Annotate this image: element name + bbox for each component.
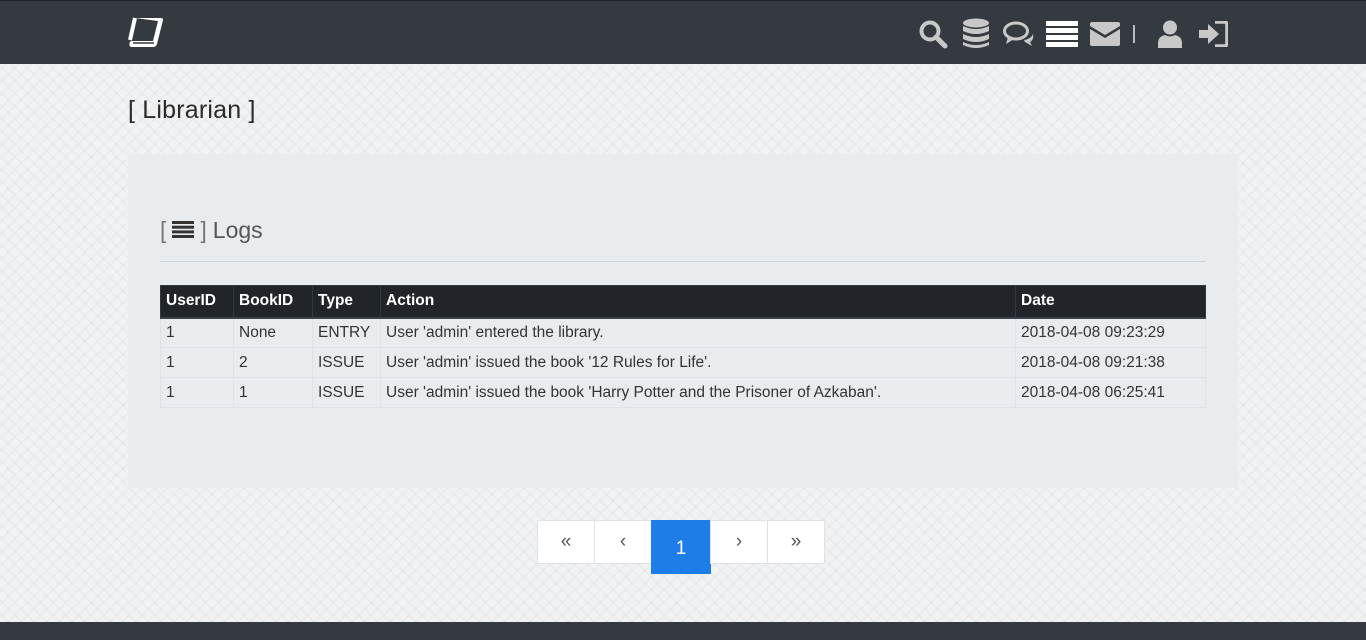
- cell-action: User 'admin' issued the book 'Harry Pott…: [380, 377, 1016, 408]
- next-page-button[interactable]: ›: [710, 520, 768, 564]
- table-header-row: UserID BookID Type Action Date: [160, 285, 1206, 319]
- table-row: 1 None ENTRY User 'admin' entered the li…: [160, 317, 1206, 348]
- cell-date: 2018-04-08 06:25:41: [1015, 377, 1206, 408]
- cell-type: ISSUE: [312, 377, 381, 408]
- heading-divider: [160, 261, 1206, 262]
- pagination: « ‹ 1 › »: [537, 520, 825, 574]
- comments-icon[interactable]: [1002, 18, 1036, 50]
- cell-bookid: None: [233, 317, 313, 348]
- current-page-button[interactable]: 1: [651, 520, 711, 574]
- column-header-action[interactable]: Action: [380, 285, 1016, 319]
- cell-userid: 1: [160, 347, 234, 378]
- envelope-icon[interactable]: [1088, 18, 1122, 50]
- column-header-userid[interactable]: UserID: [160, 285, 234, 319]
- table-row: 1 1 ISSUE User 'admin' issued the book '…: [160, 377, 1206, 408]
- nav-separator: [1133, 25, 1135, 43]
- open-bracket: [: [160, 217, 167, 243]
- logs-title: Logs: [212, 217, 263, 243]
- cell-userid: 1: [160, 377, 234, 408]
- table-row: 1 2 ISSUE User 'admin' issued the book '…: [160, 347, 1206, 378]
- last-page-button[interactable]: »: [767, 520, 825, 564]
- logs-panel: [ ] Logs UserID BookID Type Action Date: [128, 154, 1238, 488]
- first-page-button[interactable]: «: [537, 520, 595, 564]
- close-bracket: ]: [200, 217, 207, 243]
- cell-type: ISSUE: [312, 347, 381, 378]
- footer-bar: [0, 622, 1366, 640]
- cell-bookid: 2: [233, 347, 313, 378]
- cell-userid: 1: [160, 317, 234, 348]
- list-icon: [172, 217, 195, 244]
- book-logo-icon[interactable]: [127, 16, 165, 50]
- cell-date: 2018-04-08 09:21:38: [1015, 347, 1206, 378]
- column-header-date[interactable]: Date: [1015, 285, 1206, 319]
- nav-icon-bar: [916, 17, 1239, 51]
- cell-date: 2018-04-08 09:23:29: [1015, 317, 1206, 348]
- cell-action: User 'admin' issued the book '12 Rules f…: [380, 347, 1016, 378]
- previous-page-button[interactable]: ‹: [594, 520, 652, 564]
- logs-heading: [ ] Logs: [160, 217, 263, 244]
- column-header-type[interactable]: Type: [312, 285, 381, 319]
- column-header-bookid[interactable]: BookID: [233, 285, 313, 319]
- logs-table: UserID BookID Type Action Date 1 None EN…: [160, 285, 1206, 408]
- sign-in-icon[interactable]: [1196, 18, 1230, 50]
- cell-action: User 'admin' entered the library.: [380, 317, 1016, 348]
- user-icon[interactable]: [1153, 18, 1187, 50]
- top-navbar: [0, 0, 1366, 64]
- search-icon[interactable]: [916, 18, 950, 50]
- cell-bookid: 1: [233, 377, 313, 408]
- cell-type: ENTRY: [312, 317, 381, 348]
- page-title: [ Librarian ]: [128, 96, 256, 124]
- database-icon[interactable]: [959, 18, 993, 50]
- list-icon[interactable]: [1045, 18, 1079, 50]
